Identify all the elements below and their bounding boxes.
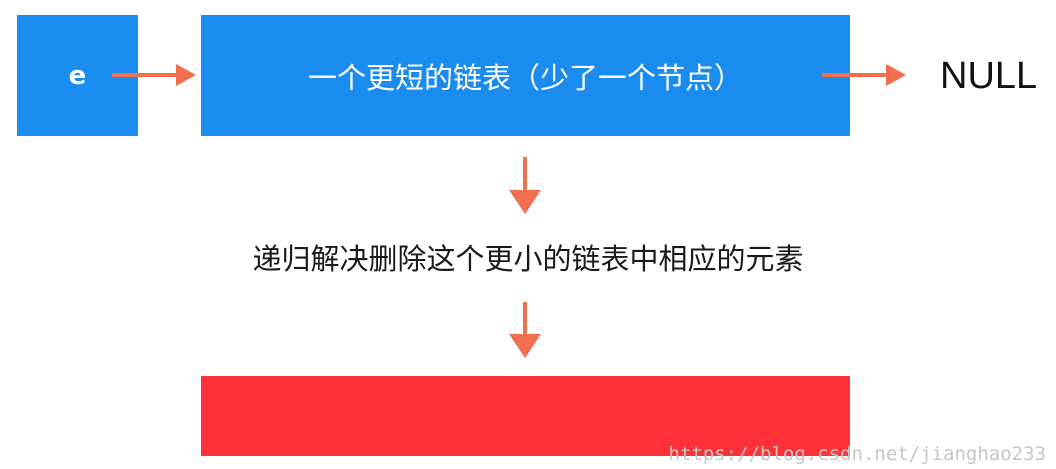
arrow-down-1	[509, 157, 541, 214]
arrow-head-to-list	[112, 64, 196, 86]
arrows-layer	[112, 64, 906, 358]
watermark-text: https://blog.csdn.net/jianghao233	[668, 443, 1047, 465]
arrow-down-2	[509, 302, 541, 358]
arrow-list-to-null	[822, 64, 906, 86]
